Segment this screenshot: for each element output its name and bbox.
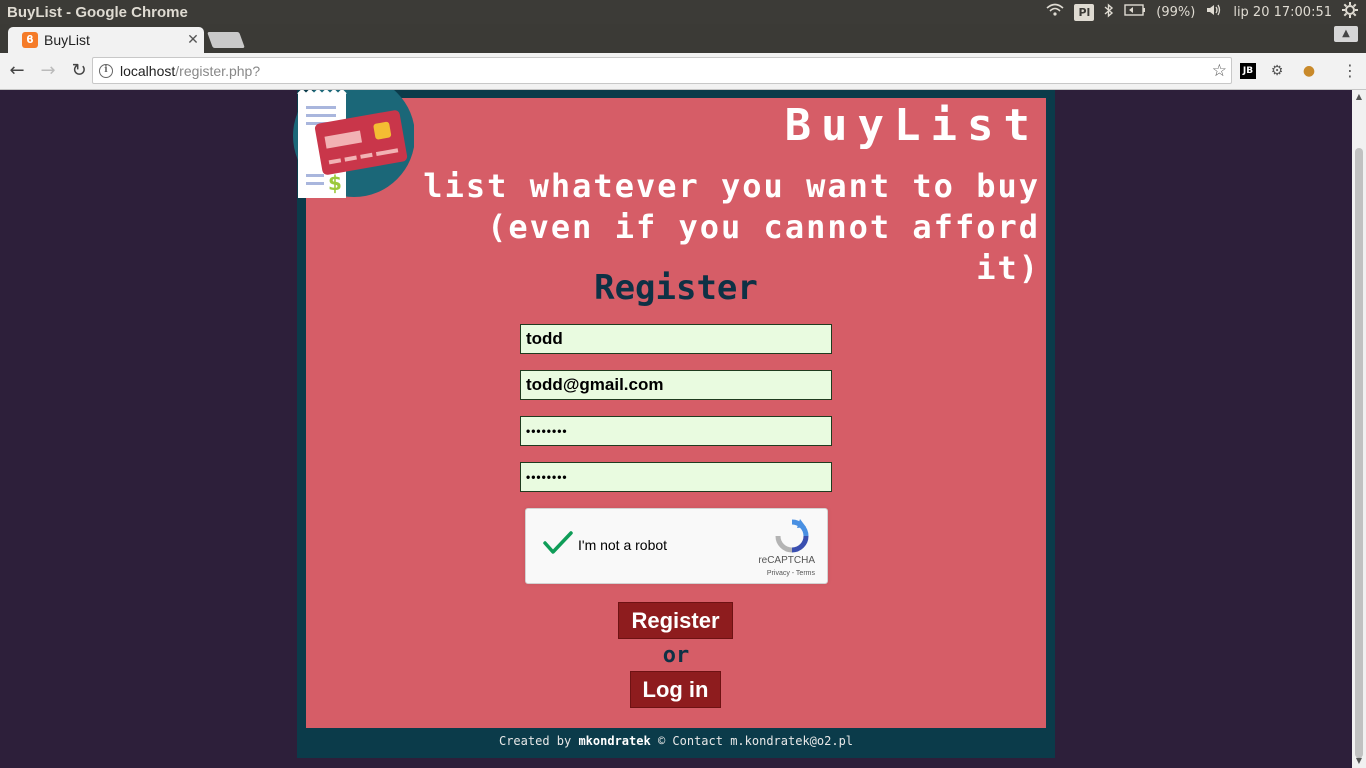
brand-title: BuyList bbox=[784, 100, 1040, 151]
chrome-menu-icon[interactable]: ⋮ bbox=[1342, 61, 1358, 80]
url-text[interactable]: localhost/register.php? bbox=[120, 63, 1212, 79]
recaptcha-widget[interactable]: I'm not a robot reCAPTCHA Privacy - Term… bbox=[525, 508, 828, 584]
jetbrains-extension-icon[interactable]: JB bbox=[1240, 63, 1256, 79]
os-top-bar: BuyList - Google Chrome Pl (99%) lip 20 … bbox=[0, 0, 1366, 24]
bookmark-star-icon[interactable]: ☆ bbox=[1212, 61, 1227, 81]
footer-contact: Contact m.kondratek@o2.pl bbox=[672, 734, 854, 748]
recaptcha-logo-icon bbox=[775, 519, 809, 553]
username-field[interactable] bbox=[520, 324, 832, 354]
profile-icon[interactable]: ▲ bbox=[1334, 26, 1358, 42]
battery-icon[interactable] bbox=[1124, 4, 1146, 20]
logo-receipt-card-icon: $ bbox=[293, 90, 414, 198]
captcha-label: I'm not a robot bbox=[578, 537, 668, 553]
captcha-privacy-terms-link[interactable]: Privacy - Terms bbox=[767, 570, 815, 577]
new-tab-button[interactable] bbox=[207, 32, 245, 48]
bluetooth-icon[interactable] bbox=[1104, 2, 1114, 22]
extension-gear-icon[interactable]: ⚙ bbox=[1266, 60, 1288, 82]
page-scrollbar[interactable]: ▲ ▼ bbox=[1352, 90, 1366, 768]
reload-icon[interactable]: ↻ bbox=[65, 57, 93, 85]
captcha-brand: reCAPTCHA bbox=[758, 555, 815, 566]
wifi-icon[interactable] bbox=[1046, 3, 1064, 21]
svg-text:$: $ bbox=[328, 171, 342, 195]
cookie-extension-icon[interactable]: ● bbox=[1298, 60, 1320, 82]
tab-title: BuyList bbox=[44, 32, 90, 48]
close-tab-icon[interactable]: ✕ bbox=[182, 32, 204, 48]
address-bar[interactable]: i localhost/register.php? ☆ bbox=[92, 57, 1232, 84]
window-title: BuyList - Google Chrome bbox=[7, 3, 188, 21]
battery-percent: (99%) bbox=[1156, 4, 1196, 20]
scroll-down-arrow-icon[interactable]: ▼ bbox=[1354, 756, 1364, 766]
footer-created-by: Created by bbox=[498, 734, 572, 748]
password-repeat-field[interactable] bbox=[520, 462, 832, 492]
scrollbar-thumb[interactable] bbox=[1355, 148, 1363, 758]
forward-arrow-icon[interactable]: → bbox=[34, 57, 62, 85]
footer: Created by mkondratek © Contact m.kondra… bbox=[297, 734, 1055, 748]
settings-gear-icon[interactable] bbox=[1342, 2, 1358, 22]
form-title: Register bbox=[594, 268, 758, 308]
content-frame: $ BuyList list whatever you want to buy … bbox=[293, 90, 1055, 758]
datetime[interactable]: lip 20 17:00:51 bbox=[1233, 5, 1332, 20]
or-separator: or bbox=[662, 643, 690, 668]
register-button[interactable]: Register bbox=[618, 602, 733, 639]
scroll-up-arrow-icon[interactable]: ▲ bbox=[1354, 92, 1364, 102]
email-field[interactable] bbox=[520, 370, 832, 400]
volume-icon[interactable] bbox=[1205, 3, 1223, 21]
checkmark-icon[interactable] bbox=[542, 527, 574, 559]
back-arrow-icon[interactable]: ← bbox=[3, 57, 31, 85]
keyboard-layout-indicator[interactable]: Pl bbox=[1074, 3, 1095, 21]
tab-strip: ϐ BuyList ✕ ▲ bbox=[0, 24, 1366, 53]
browser-toolbar: ← → ↻ i localhost/register.php? ☆ JB ⚙ ●… bbox=[0, 53, 1366, 90]
login-button[interactable]: Log in bbox=[630, 671, 721, 708]
page-viewport: $ BuyList list whatever you want to buy … bbox=[0, 90, 1352, 768]
xampp-favicon-icon: ϐ bbox=[22, 32, 38, 48]
footer-copyright: © bbox=[657, 734, 666, 748]
tab-buylist[interactable]: ϐ BuyList ✕ bbox=[8, 27, 204, 53]
tagline-line-1: list whatever you want to buy bbox=[423, 167, 1040, 205]
password-field[interactable] bbox=[520, 416, 832, 446]
register-card: $ BuyList list whatever you want to buy … bbox=[293, 90, 1046, 728]
footer-author: mkondratek bbox=[578, 734, 651, 748]
info-icon[interactable]: i bbox=[99, 63, 113, 78]
